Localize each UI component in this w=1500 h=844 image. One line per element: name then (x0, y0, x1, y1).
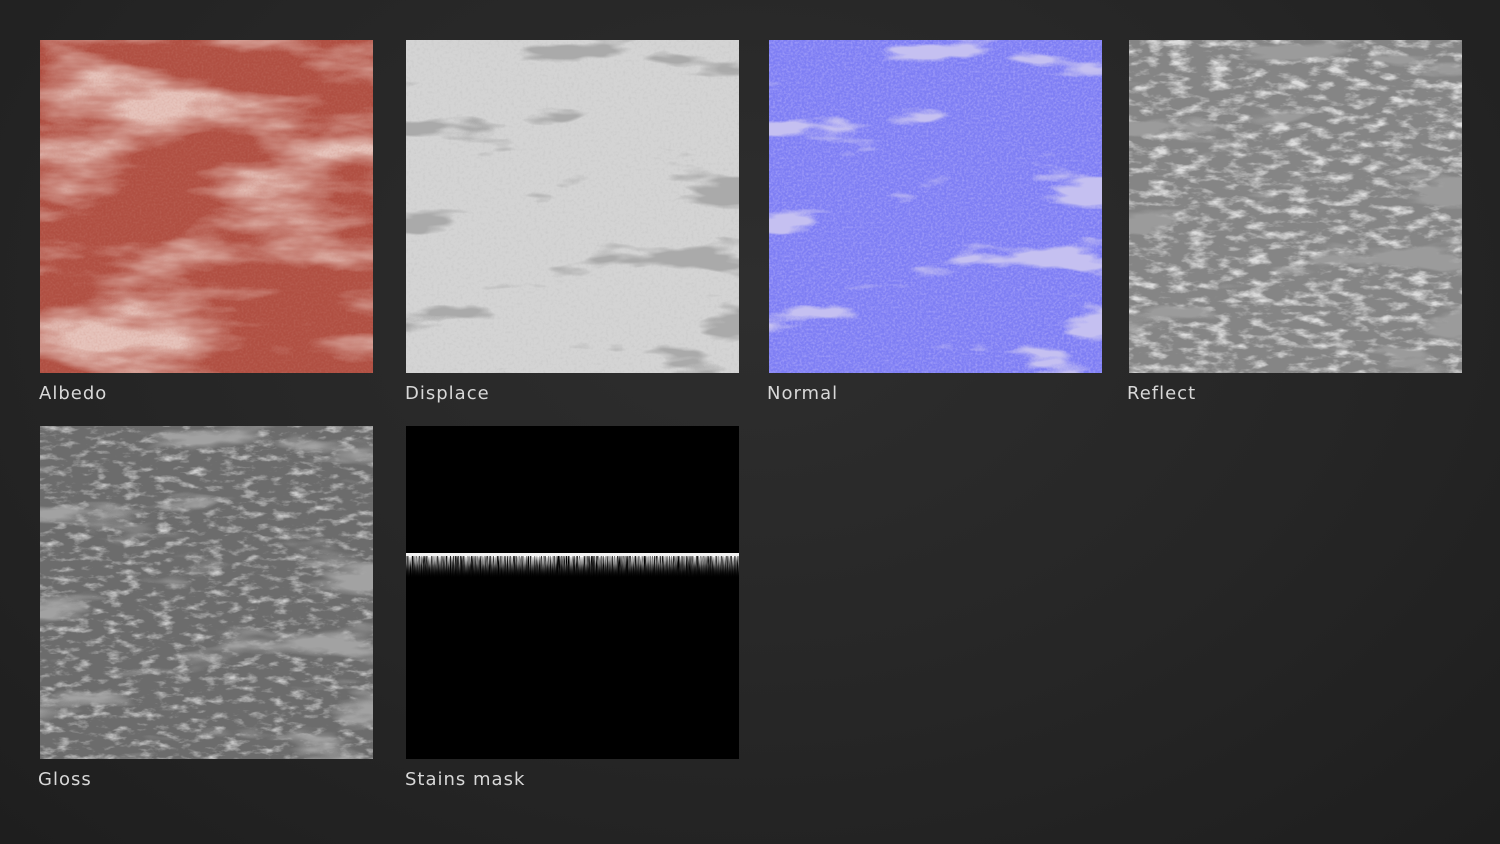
map-tile-albedo[interactable]: Albedo (39, 40, 373, 404)
map-label: Gloss (38, 769, 92, 790)
stains-mask-texture-thumbnail[interactable] (406, 426, 739, 759)
albedo-texture-thumbnail[interactable] (40, 40, 373, 373)
map-tile-displace[interactable]: Displace (405, 40, 739, 404)
gloss-texture-image (40, 426, 373, 759)
map-label: Normal (767, 383, 839, 404)
map-label: Stains mask (405, 769, 526, 790)
map-label: Albedo (39, 383, 108, 404)
stains-mask-texture-image (406, 426, 739, 759)
map-tile-reflect[interactable]: Reflect (1127, 40, 1462, 404)
map-tile-normal[interactable]: Normal (767, 40, 1102, 404)
albedo-texture-image (40, 40, 373, 373)
gloss-texture-thumbnail[interactable] (40, 426, 373, 759)
displace-texture-thumbnail[interactable] (406, 40, 739, 373)
map-label: Reflect (1127, 383, 1197, 404)
normal-texture-thumbnail[interactable] (769, 40, 1102, 373)
normal-texture-image (769, 40, 1102, 373)
reflect-texture-thumbnail[interactable] (1129, 40, 1462, 373)
displace-texture-image (406, 40, 739, 373)
reflect-texture-image (1129, 40, 1462, 373)
map-tile-stains-mask[interactable]: Stains mask (405, 426, 739, 790)
map-tile-gloss[interactable]: Gloss (38, 426, 373, 790)
map-label: Displace (405, 383, 490, 404)
